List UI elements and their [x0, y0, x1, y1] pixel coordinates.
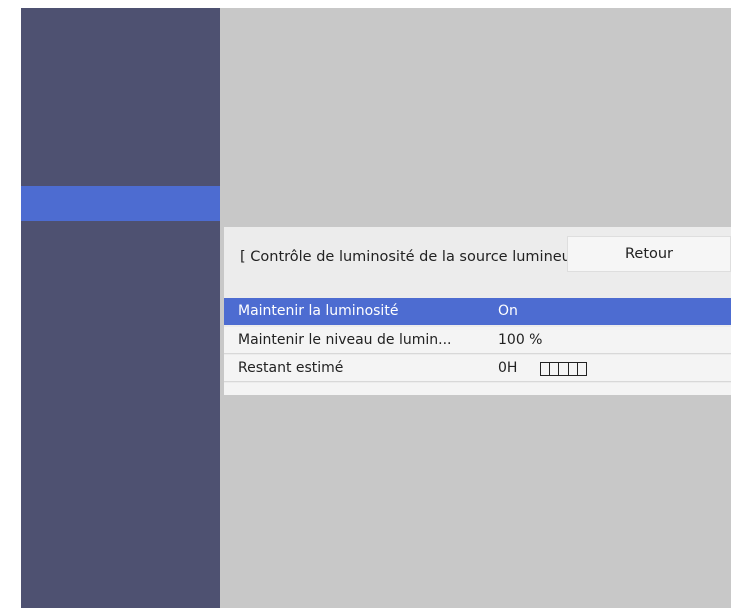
remaining-time-gauge: [540, 362, 587, 376]
gauge-segment: [569, 363, 578, 375]
row-value: 100 %: [498, 332, 543, 348]
menu-row-estimated-remaining[interactable]: Restant estimé 0H: [224, 355, 731, 382]
light-source-brightness-panel: [ Contrôle de luminosité de la source lu…: [224, 227, 731, 395]
gauge-segment: [559, 363, 569, 375]
row-value: 0H: [498, 360, 518, 376]
sidebar-item-selected[interactable]: [21, 186, 220, 221]
menu-row-maintain-brightness-level[interactable]: Maintenir le niveau de lumin... 100 %: [224, 327, 731, 354]
back-button[interactable]: Retour: [567, 236, 731, 272]
gauge-segment: [578, 363, 586, 375]
menu-row-maintain-brightness[interactable]: Maintenir la luminosité On: [224, 298, 731, 325]
row-value: On: [498, 303, 518, 319]
row-label: Restant estimé: [238, 360, 344, 376]
row-label: Maintenir le niveau de lumin...: [238, 332, 452, 348]
menu-row-spacer: [224, 383, 731, 395]
row-label: Maintenir la luminosité: [238, 303, 399, 319]
panel-title: [ Contrôle de luminosité de la source lu…: [240, 249, 570, 265]
projector-menu-screen: [ Contrôle de luminosité de la source lu…: [21, 8, 731, 608]
gauge-segment: [550, 363, 560, 375]
menu-sidebar: [21, 8, 220, 608]
gauge-segment: [541, 363, 551, 375]
